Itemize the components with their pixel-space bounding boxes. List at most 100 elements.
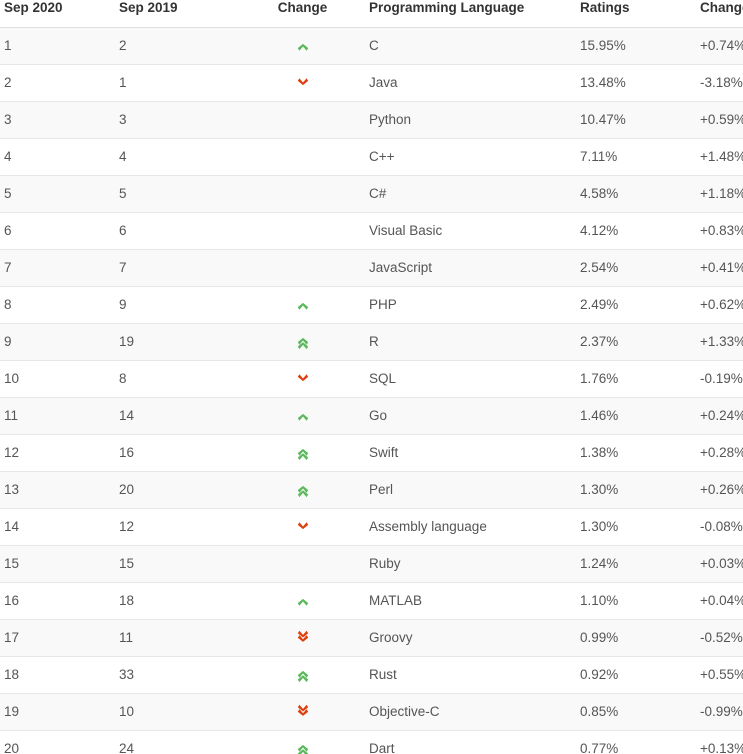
cell-change-indicator	[244, 64, 361, 102]
cell-programming-language: Objective-C	[361, 693, 571, 731]
cell-ratings-change: +0.03%	[691, 545, 743, 583]
cell-rank-sep-2020: 13	[0, 471, 115, 509]
chevron-down-icon	[295, 370, 311, 388]
cell-rank-sep-2019: 12	[115, 508, 244, 546]
cell-ratings-change: +0.04%	[691, 582, 743, 620]
cell-rank-sep-2019: 4	[115, 138, 244, 176]
cell-change-indicator	[244, 508, 361, 546]
cell-rank-sep-2019: 19	[115, 323, 244, 361]
chevron-double-down-icon	[295, 629, 311, 647]
cell-rank-sep-2019: 8	[115, 360, 244, 398]
cell-rank-sep-2020: 7	[0, 249, 115, 287]
cell-programming-language: Visual Basic	[361, 212, 571, 250]
cell-programming-language: SQL	[361, 360, 571, 398]
table-row: 9 19 R 2.37% +1.33%	[0, 323, 743, 361]
column-header-rank-sep-2020[interactable]: Sep 2020	[0, 0, 115, 28]
cell-rank-sep-2020: 11	[0, 397, 115, 435]
cell-rank-sep-2019: 10	[115, 693, 244, 731]
chevron-up-icon	[295, 407, 311, 425]
cell-ratings: 7.11%	[571, 138, 691, 176]
table-header-row: Sep 2020 Sep 2019 Change Programming Lan…	[0, 0, 743, 28]
cell-change-indicator	[244, 545, 361, 583]
cell-programming-language: C++	[361, 138, 571, 176]
cell-rank-sep-2019: 15	[115, 545, 244, 583]
cell-change-indicator	[244, 212, 361, 250]
cell-rank-sep-2020: 3	[0, 101, 115, 139]
cell-rank-sep-2020: 19	[0, 693, 115, 731]
cell-change-indicator	[244, 138, 361, 176]
cell-programming-language: Go	[361, 397, 571, 435]
cell-ratings: 1.38%	[571, 434, 691, 472]
cell-ratings-change: +0.41%	[691, 249, 743, 287]
cell-rank-sep-2020: 16	[0, 582, 115, 620]
change-indicator-none	[295, 550, 311, 568]
cell-programming-language: R	[361, 323, 571, 361]
table-row: 11 14 Go 1.46% +0.24%	[0, 397, 743, 435]
chevron-double-down-icon	[295, 703, 311, 721]
cell-ratings-change: +1.33%	[691, 323, 743, 361]
cell-ratings-change: +1.18%	[691, 175, 743, 213]
cell-ratings: 0.99%	[571, 619, 691, 657]
cell-ratings-change: +0.26%	[691, 471, 743, 509]
table-row: 10 8 SQL 1.76% -0.19%	[0, 360, 743, 398]
chevron-double-up-icon	[295, 481, 311, 499]
cell-programming-language: Assembly language	[361, 508, 571, 546]
cell-change-indicator	[244, 434, 361, 472]
cell-programming-language: Ruby	[361, 545, 571, 583]
table-row: 13 20 Perl 1.30% +0.26%	[0, 471, 743, 509]
cell-ratings-change: -0.08%	[691, 508, 743, 546]
cell-rank-sep-2020: 5	[0, 175, 115, 213]
cell-rank-sep-2019: 16	[115, 434, 244, 472]
cell-rank-sep-2020: 8	[0, 286, 115, 324]
cell-programming-language: C	[361, 27, 571, 65]
column-header-change[interactable]: Change	[244, 0, 361, 28]
cell-rank-sep-2020: 6	[0, 212, 115, 250]
cell-rank-sep-2020: 9	[0, 323, 115, 361]
column-header-ratings-change[interactable]: Change	[691, 0, 743, 28]
cell-change-indicator	[244, 619, 361, 657]
cell-programming-language: Swift	[361, 434, 571, 472]
table-row: 1 2 C 15.95% +0.74%	[0, 27, 743, 65]
cell-change-indicator	[244, 397, 361, 435]
cell-ratings: 1.46%	[571, 397, 691, 435]
cell-programming-language: Groovy	[361, 619, 571, 657]
cell-programming-language: JavaScript	[361, 249, 571, 287]
cell-programming-language: MATLAB	[361, 582, 571, 620]
cell-ratings: 15.95%	[571, 27, 691, 65]
cell-rank-sep-2019: 9	[115, 286, 244, 324]
cell-ratings-change: -3.18%	[691, 64, 743, 102]
cell-change-indicator	[244, 730, 361, 754]
cell-ratings: 1.76%	[571, 360, 691, 398]
cell-programming-language: Rust	[361, 656, 571, 694]
table-row: 15 15 Ruby 1.24% +0.03%	[0, 545, 743, 583]
cell-ratings-change: +0.13%	[691, 730, 743, 754]
cell-ratings: 0.85%	[571, 693, 691, 731]
column-header-ratings[interactable]: Ratings	[571, 0, 691, 28]
ratings-table-container: Sep 2020 Sep 2019 Change Programming Lan…	[0, 0, 743, 754]
table-row: 2 1 Java 13.48% -3.18%	[0, 64, 743, 102]
cell-rank-sep-2020: 18	[0, 656, 115, 694]
table-row: 12 16 Swift 1.38% +0.28%	[0, 434, 743, 472]
cell-rank-sep-2019: 18	[115, 582, 244, 620]
cell-ratings-change: +0.74%	[691, 27, 743, 65]
cell-ratings-change: -0.99%	[691, 693, 743, 731]
cell-programming-language: Java	[361, 64, 571, 102]
cell-ratings: 1.30%	[571, 471, 691, 509]
chevron-down-icon	[295, 518, 311, 536]
chevron-double-up-icon	[295, 740, 311, 754]
cell-ratings-change: +0.83%	[691, 212, 743, 250]
cell-programming-language: C#	[361, 175, 571, 213]
cell-rank-sep-2019: 1	[115, 64, 244, 102]
cell-rank-sep-2019: 33	[115, 656, 244, 694]
table-body: 1 2 C 15.95% +0.74% 2 1 Java 13.48% -3.18% 3 3 Pytho…	[0, 27, 743, 754]
column-header-programming-language[interactable]: Programming Language	[361, 0, 571, 28]
cell-rank-sep-2019: 24	[115, 730, 244, 754]
cell-rank-sep-2019: 14	[115, 397, 244, 435]
chevron-double-up-icon	[295, 666, 311, 684]
table-row: 17 11 Groovy 0.99% -0.52%	[0, 619, 743, 657]
cell-programming-language: Dart	[361, 730, 571, 754]
cell-ratings-change: +0.55%	[691, 656, 743, 694]
cell-ratings: 2.37%	[571, 323, 691, 361]
cell-rank-sep-2020: 17	[0, 619, 115, 657]
column-header-rank-sep-2019[interactable]: Sep 2019	[115, 0, 244, 28]
